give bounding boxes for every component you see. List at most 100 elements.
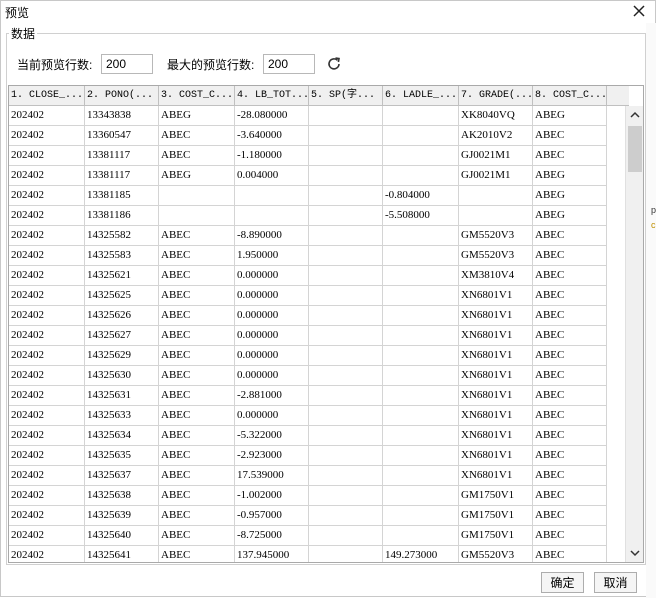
table-cell — [309, 226, 383, 246]
table-row[interactable]: 202402 14325631 ABEC -2.881000 XN6801V1 ABEC — [9, 386, 607, 406]
table-row[interactable]: 202402 14325641 ABEC 137.945000 149.273000 GM… — [9, 546, 607, 562]
table-cell — [309, 186, 383, 206]
table-cell: XN6801V1 — [459, 426, 533, 446]
table-cell: 0.000000 — [235, 326, 309, 346]
chevron-down-icon — [630, 550, 640, 557]
scroll-down-button[interactable] — [629, 547, 641, 559]
table-cell: 202402 — [9, 426, 85, 446]
table-row[interactable]: 202402 13381185 -0.804000 ABEG — [9, 186, 607, 206]
table-row[interactable]: 202402 14325626 ABEC 0.000000 XN6801V1 ABEC — [9, 306, 607, 326]
table-cell: ABEC — [533, 286, 607, 306]
table-cell: XN6801V1 — [459, 466, 533, 486]
table-cell: 17.539000 — [235, 466, 309, 486]
table-row[interactable]: 202402 14325630 ABEC 0.000000 XN6801V1 ABEC — [9, 366, 607, 386]
table-cell: ABEC — [159, 386, 235, 406]
table-row[interactable]: 202402 13360547 ABEC -3.640000 AK2010V2 ABEC — [9, 126, 607, 146]
table-cell: ABEC — [159, 326, 235, 346]
table-cell — [383, 126, 459, 146]
max-rows-input[interactable] — [263, 54, 315, 74]
column-header[interactable]: 8. COST_C... — [533, 86, 607, 106]
table-row[interactable]: 202402 14325634 ABEC -5.322000 XN6801V1 ABEC — [9, 426, 607, 446]
ok-button[interactable]: 确定 — [541, 572, 584, 593]
table-cell: ABEC — [159, 286, 235, 306]
chevron-up-icon — [630, 111, 640, 118]
table-cell — [309, 326, 383, 346]
cancel-button[interactable]: 取消 — [594, 572, 637, 593]
table-cell — [309, 106, 383, 126]
table-cell — [309, 366, 383, 386]
table-cell: 202402 — [9, 226, 85, 246]
table-row[interactable]: 202402 14325627 ABEC 0.000000 XN6801V1 ABEC — [9, 326, 607, 346]
table-cell: GM5520V3 — [459, 226, 533, 246]
table-cell — [235, 186, 309, 206]
table-row[interactable]: 202402 14325629 ABEC 0.000000 XN6801V1 ABEC — [9, 346, 607, 366]
table-cell: 14325630 — [85, 366, 159, 386]
close-button[interactable] — [631, 3, 647, 19]
column-header[interactable]: 4. LB_TOT... — [235, 86, 309, 106]
table-cell — [383, 226, 459, 246]
table-cell: ABEC — [533, 486, 607, 506]
refresh-button[interactable] — [325, 55, 343, 73]
table-cell: ABEC — [159, 146, 235, 166]
table-row[interactable]: 202402 14325582 ABEC -8.890000 GM5520V3 ABEC — [9, 226, 607, 246]
table-row[interactable]: 202402 14325638 ABEC -1.002000 GM1750V1 ABEC — [9, 486, 607, 506]
table-row[interactable]: 202402 14325637 ABEC 17.539000 XN6801V1 ABEC — [9, 466, 607, 486]
table-cell: ABEC — [159, 406, 235, 426]
table-cell: 202402 — [9, 546, 85, 562]
table-cell: GM1750V1 — [459, 506, 533, 526]
vertical-scrollbar[interactable] — [625, 106, 643, 562]
preview-dialog: 预览 p c 数据 当前预览行数: 最大的预览行数: 1. CLOSE_...2… — [0, 0, 656, 598]
refresh-icon — [328, 57, 340, 70]
table-row[interactable]: 202402 14325640 ABEC -8.725000 GM1750V1 ABEC — [9, 526, 607, 546]
column-header[interactable]: 7. GRADE(... — [459, 86, 533, 106]
table-cell — [383, 386, 459, 406]
table-cell: 202402 — [9, 286, 85, 306]
column-header[interactable]: 6. LADLE_... — [383, 86, 459, 106]
table-cell — [309, 446, 383, 466]
table-cell: -8.725000 — [235, 526, 309, 546]
table-cell: ABEC — [533, 526, 607, 546]
preview-rows-input[interactable] — [101, 54, 153, 74]
close-icon — [633, 5, 645, 17]
table-cell — [309, 126, 383, 146]
table-cell: ABEC — [159, 246, 235, 266]
table-cell: ABEC — [533, 546, 607, 562]
table-cell: -28.080000 — [235, 106, 309, 126]
table-cell: 14325621 — [85, 266, 159, 286]
table-row[interactable]: 202402 13381117 ABEC -1.180000 GJ0021M1 ABEC — [9, 146, 607, 166]
table-cell: ABEC — [533, 306, 607, 326]
scroll-thumb[interactable] — [628, 126, 642, 172]
column-header[interactable]: 3. COST_C... — [159, 86, 235, 106]
column-header[interactable]: 5. SP(字... — [309, 86, 383, 106]
table-cell — [309, 166, 383, 186]
scroll-up-button[interactable] — [629, 109, 641, 121]
table-cell — [309, 526, 383, 546]
table-cell: XN6801V1 — [459, 286, 533, 306]
table-row[interactable]: 202402 13381117 ABEG 0.004000 GJ0021M1 ABEG — [9, 166, 607, 186]
table-cell: 1.950000 — [235, 246, 309, 266]
table-cell: ABEG — [533, 186, 607, 206]
table-row[interactable]: 202402 14325633 ABEC 0.000000 XN6801V1 ABEC — [9, 406, 607, 426]
table-cell — [383, 366, 459, 386]
table-cell: ABEC — [533, 226, 607, 246]
table-cell: XN6801V1 — [459, 346, 533, 366]
table-cell: 202402 — [9, 406, 85, 426]
table-row[interactable]: 202402 14325635 ABEC -2.923000 XN6801V1 ABEC — [9, 446, 607, 466]
table-row[interactable]: 202402 13343838 ABEG -28.080000 XK8040VQ ABEG — [9, 106, 607, 126]
column-header[interactable]: 2. PONO(... — [85, 86, 159, 106]
table-cell: 202402 — [9, 466, 85, 486]
table-row[interactable]: 202402 14325625 ABEC 0.000000 XN6801V1 ABEC — [9, 286, 607, 306]
table-cell: 202402 — [9, 506, 85, 526]
table-row[interactable]: 202402 14325621 ABEC 0.000000 XM3810V4 ABEC — [9, 266, 607, 286]
table-row[interactable]: 202402 14325583 ABEC 1.950000 GM5520V3 ABEC — [9, 246, 607, 266]
table-row[interactable]: 202402 13381186 -5.508000 ABEG — [9, 206, 607, 226]
table-cell: 13381117 — [85, 166, 159, 186]
column-header[interactable]: 1. CLOSE_... — [9, 86, 85, 106]
table-cell: -5.322000 — [235, 426, 309, 446]
table-row[interactable]: 202402 14325639 ABEC -0.957000 GM1750V1 ABEC — [9, 506, 607, 526]
table-cell: 14325625 — [85, 286, 159, 306]
table-cell: ABEC — [159, 446, 235, 466]
table-cell — [383, 246, 459, 266]
table-cell: 13381117 — [85, 146, 159, 166]
table-cell — [383, 166, 459, 186]
